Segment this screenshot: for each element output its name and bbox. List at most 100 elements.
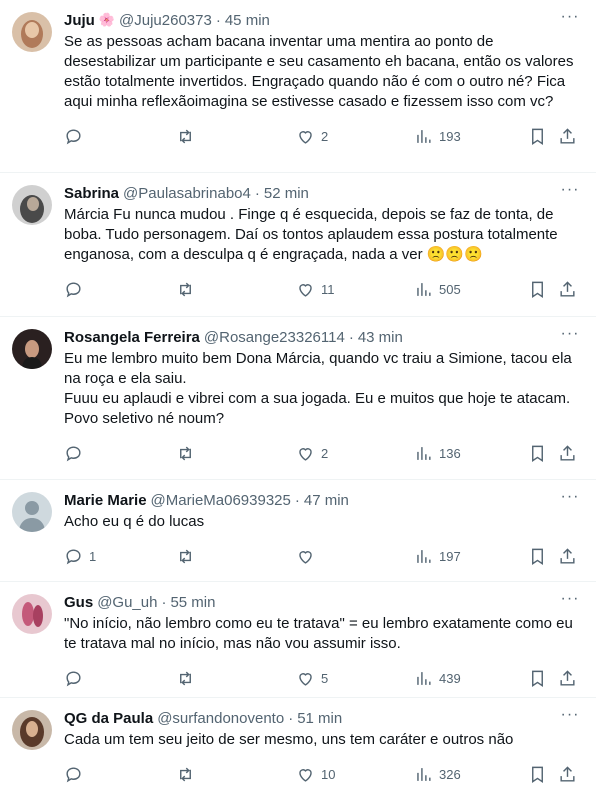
reply-button[interactable] [64,443,89,463]
bookmark-button[interactable] [528,668,547,688]
author-name[interactable]: Rosangela Ferreira [64,329,200,346]
reply-icon [66,445,81,461]
avatar[interactable] [12,594,52,634]
retweet-icon [180,446,191,460]
reply-icon [66,281,81,297]
author-name[interactable]: Gus [64,594,93,611]
like-button[interactable] [296,546,321,566]
like-count: 5 [321,670,329,686]
author-handle[interactable]: @Gu_uh [97,594,157,611]
author-name[interactable]: QG da Paula [64,710,153,727]
retweet-button[interactable] [176,546,201,566]
author-emoji: 🌸 [98,12,116,27]
share-button[interactable] [558,279,577,299]
share-button[interactable] [558,668,577,688]
avatar[interactable] [12,12,52,52]
more-icon[interactable]: ··· [560,489,580,510]
like-button[interactable]: 10 [296,764,335,784]
like-icon [299,283,312,297]
views-button[interactable]: 193 [414,126,461,146]
author-handle[interactable]: @Juju260373 [119,12,212,29]
retweet-button[interactable] [176,279,201,299]
tweet-feed: Juju 🌸 @Juju260373 · 45 min ··· Se as pe… [0,0,596,797]
views-icon [417,446,431,460]
views-button[interactable]: 197 [414,546,461,566]
more-icon[interactable]: ··· [560,9,580,30]
bookmark-icon [532,548,543,565]
share-icon [560,669,575,686]
timestamp[interactable]: 43 min [358,329,403,346]
tweet[interactable]: Juju 🌸 @Juju260373 · 45 min ··· Se as pe… [0,0,596,173]
bookmark-icon [532,128,543,145]
like-button[interactable]: 2 [296,443,328,463]
avatar[interactable] [12,710,52,750]
tweet-text: Márcia Fu nunca mudou . Finge q é esquec… [64,206,558,263]
author-handle[interactable]: @MarieMa06939325 [151,492,291,509]
tweet[interactable]: Marie Marie @MarieMa06939325 · 47 min ··… [0,480,596,582]
views-button[interactable]: 136 [414,443,461,463]
author-handle[interactable]: @surfandonovento [157,710,284,727]
author-name[interactable]: Marie Marie [64,492,147,509]
author-name[interactable]: Sabrina [64,185,119,202]
tweet[interactable]: QG da Paula @surfandonovento · 51 min ··… [0,698,596,797]
reply-count: 1 [89,548,97,564]
tweet-text: "No início, não lembro como eu te tratav… [64,615,573,652]
like-icon [299,550,312,564]
share-button[interactable] [558,126,577,146]
reply-button[interactable] [64,279,89,299]
like-icon [299,768,312,782]
views-button[interactable]: 439 [414,668,461,688]
author-handle[interactable]: @Paulasabrinabo4 [123,185,251,202]
avatar[interactable] [12,492,52,532]
like-button[interactable]: 11 [296,279,335,299]
separator-dot: · [348,328,354,346]
avatar[interactable] [12,185,52,225]
tweet[interactable]: Sabrina @Paulasabrinabo4 · 52 min ··· Má… [0,173,596,317]
reply-button[interactable] [64,126,89,146]
like-count: 2 [321,445,329,461]
author-name[interactable]: Juju [64,12,95,29]
reply-button[interactable] [64,668,89,688]
tweet-text: Cada um tem seu jeito de ser mesmo, uns … [64,731,514,748]
reply-button[interactable] [64,764,89,784]
like-icon [299,447,312,461]
bookmark-button[interactable] [528,126,547,146]
author-handle[interactable]: @Rosange23326114 [204,329,345,346]
timestamp[interactable]: 45 min [225,12,270,29]
share-button[interactable] [558,546,577,566]
tweet[interactable]: Gus @Gu_uh · 55 min ··· "No início, não … [0,582,596,698]
timestamp[interactable]: 47 min [304,492,349,509]
tweet[interactable]: Rosangela Ferreira @Rosange23326114 · 43… [0,317,596,480]
like-button[interactable]: 2 [296,126,328,146]
more-icon[interactable]: ··· [560,326,580,347]
more-icon[interactable]: ··· [560,707,580,728]
more-icon[interactable]: ··· [560,182,580,203]
retweet-button[interactable] [176,443,201,463]
bookmark-button[interactable] [528,443,547,463]
timestamp[interactable]: 51 min [297,710,342,727]
bookmark-button[interactable] [528,546,547,566]
timestamp[interactable]: 55 min [170,594,215,611]
bookmark-button[interactable] [528,764,547,784]
like-button[interactable]: 5 [296,668,328,688]
separator-dot: · [254,184,260,202]
bookmark-icon [532,445,543,462]
views-button[interactable]: 326 [414,764,461,784]
tweet-text: Acho eu q é do lucas [64,513,205,530]
views-icon [417,767,431,781]
retweet-button[interactable] [176,764,201,784]
retweet-button[interactable] [176,126,201,146]
reply-button[interactable]: 1 [64,546,96,566]
views-icon [417,549,431,563]
views-button[interactable]: 505 [414,279,461,299]
bookmark-button[interactable] [528,279,547,299]
avatar[interactable] [12,329,52,369]
share-button[interactable] [558,443,577,463]
tweet-actions: 10 326 [64,754,580,794]
share-button[interactable] [558,764,577,784]
retweet-button[interactable] [176,668,201,688]
tweet-actions: 5 439 [64,658,580,698]
timestamp[interactable]: 52 min [264,185,309,202]
retweet-icon [180,282,191,296]
more-icon[interactable]: ··· [560,591,580,612]
